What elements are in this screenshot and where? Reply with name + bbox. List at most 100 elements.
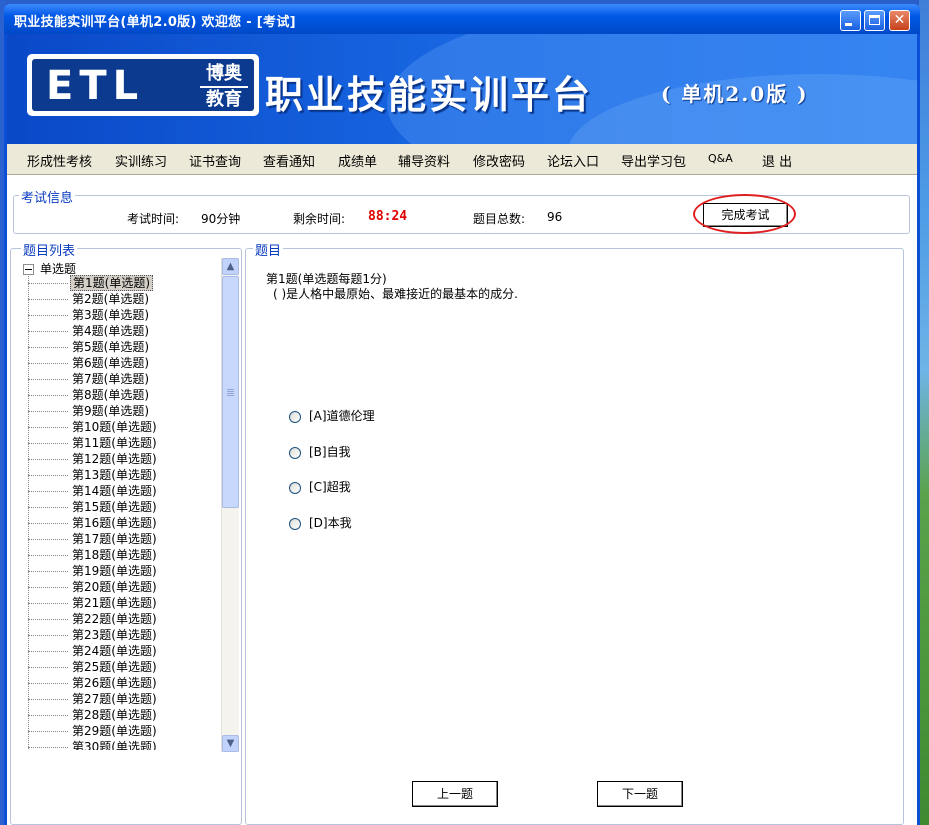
menu-bar: 形成性考核 实训练习 证书查询 查看通知 成绩单 辅导资料 修改密码 论坛入口 … <box>7 144 917 175</box>
logo: ETL 博奥 教育 <box>27 54 259 116</box>
option-b[interactable]: [B]自我 <box>289 443 351 460</box>
option-c[interactable]: [C]超我 <box>289 478 351 495</box>
option-d[interactable]: [D]本我 <box>289 514 352 531</box>
logo-cn-top: 博奥 <box>206 63 242 84</box>
radio-icon[interactable] <box>289 410 301 423</box>
menu-certificate-query[interactable]: 证书查询 <box>189 151 241 170</box>
question-tree-item[interactable]: 第18题(单选题) <box>28 548 159 564</box>
menu-exit[interactable]: 退 出 <box>762 151 792 170</box>
question-tree-item[interactable]: 第5题(单选题) <box>28 340 159 356</box>
option-d-label: [D]本我 <box>309 516 352 530</box>
maximize-icon <box>869 15 880 25</box>
question-tree-item-label: 第25题(单选题) <box>72 660 157 674</box>
question-tree-item[interactable]: 第11题(单选题) <box>28 436 159 452</box>
menu-forum-entry[interactable]: 论坛入口 <box>547 151 599 170</box>
total-questions-value: 96 <box>547 210 563 224</box>
question-tree-item[interactable]: 第28题(单选题) <box>28 708 159 724</box>
question-tree-item-label: 第5题(单选题) <box>72 340 149 354</box>
question-tree-item[interactable]: 第19题(单选题) <box>28 564 159 580</box>
option-a[interactable]: [A]道德伦理 <box>289 407 375 424</box>
exam-info-label: 考试信息 <box>19 187 76 206</box>
question-tree-item-label: 第12题(单选题) <box>72 452 157 466</box>
maximize-button[interactable] <box>864 10 885 31</box>
question-tree-item-label: 第11题(单选题) <box>72 436 157 450</box>
menu-training-practice[interactable]: 实训练习 <box>115 151 167 170</box>
total-questions-label: 题目总数: <box>473 212 526 226</box>
question-tree-item[interactable]: 第25题(单选题) <box>28 660 159 676</box>
prev-question-button[interactable]: 上一题 <box>412 781 498 807</box>
minimize-button[interactable] <box>840 10 861 31</box>
question-tree-item[interactable]: 第7题(单选题) <box>28 372 159 388</box>
question-list-scrollbar[interactable]: ▲ ▼ <box>221 258 239 752</box>
menu-transcript[interactable]: 成绩单 <box>338 151 377 170</box>
question-tree-item-label: 第30题(单选题) <box>72 740 157 750</box>
question-tree-item[interactable]: 第30题(单选题) <box>28 740 159 750</box>
question-tree-item[interactable]: 第17题(单选题) <box>28 532 159 548</box>
menu-qa[interactable]: Q&A <box>708 152 733 165</box>
question-tree-item[interactable]: 第13题(单选题) <box>28 468 159 484</box>
tree-root-single-choice[interactable]: 单选题 <box>23 260 76 277</box>
close-button[interactable]: ✕ <box>889 10 910 31</box>
close-icon: ✕ <box>893 12 906 28</box>
scroll-down-button[interactable]: ▼ <box>222 735 239 752</box>
question-tree-item-label: 第2题(单选题) <box>72 292 149 306</box>
tree-root-label: 单选题 <box>40 262 77 276</box>
question-tree-item-label: 第10题(单选题) <box>72 420 157 434</box>
question-tree-item-label: 第22题(单选题) <box>72 612 157 626</box>
question-tree-item[interactable]: 第4题(单选题) <box>28 324 159 340</box>
title-bar[interactable]: 职业技能实训平台(单机2.0版) 欢迎您 - [考试] ✕ <box>4 4 920 34</box>
question-tree-item[interactable]: 第14题(单选题) <box>28 484 159 500</box>
question-tree-item-label: 第23题(单选题) <box>72 628 157 642</box>
question-tree-item-label: 第20题(单选题) <box>72 580 157 594</box>
logo-chinese: 博奥 教育 <box>198 63 250 111</box>
scroll-up-button[interactable]: ▲ <box>222 258 239 275</box>
question-tree-item-label: 第18题(单选题) <box>72 548 157 562</box>
question-tree-item[interactable]: 第26题(单选题) <box>28 676 159 692</box>
question-tree-item[interactable]: 第3题(单选题) <box>28 308 159 324</box>
question-label: 题目 <box>253 240 284 259</box>
menu-formative-assessment[interactable]: 形成性考核 <box>27 151 92 170</box>
menu-tutoring-materials[interactable]: 辅导资料 <box>398 151 450 170</box>
question-tree-item[interactable]: 第16题(单选题) <box>28 516 159 532</box>
question-tree-item[interactable]: 第2题(单选题) <box>28 292 159 308</box>
question-tree-item-label: 第26题(单选题) <box>72 676 157 690</box>
next-question-button[interactable]: 下一题 <box>597 781 683 807</box>
question-tree-item[interactable]: 第12题(单选题) <box>28 452 159 468</box>
question-tree-item[interactable]: 第1题(单选题) <box>28 275 159 292</box>
question-tree-item[interactable]: 第15题(单选题) <box>28 500 159 516</box>
question-tree-item-label: 第27题(单选题) <box>72 692 157 706</box>
question-tree-item[interactable]: 第6题(单选题) <box>28 356 159 372</box>
logo-text: ETL <box>46 63 145 109</box>
menu-export-study-pack[interactable]: 导出学习包 <box>621 151 686 170</box>
question-tree-item[interactable]: 第23题(单选题) <box>28 628 159 644</box>
scroll-thumb[interactable] <box>222 276 239 508</box>
question-tree-item[interactable]: 第10题(单选题) <box>28 420 159 436</box>
collapse-icon[interactable] <box>23 264 34 275</box>
option-b-label: [B]自我 <box>309 445 351 459</box>
radio-icon[interactable] <box>289 517 301 530</box>
question-tree-item[interactable]: 第8题(单选题) <box>28 388 159 404</box>
question-tree-item-label: 第8题(单选题) <box>72 388 149 402</box>
question-tree-item[interactable]: 第27题(单选题) <box>28 692 159 708</box>
question-tree-list: 第1题(单选题) 第2题(单选题) 第3题(单选题) 第4题(单选题) 第5题(单选题)… <box>28 275 159 750</box>
header-banner: ETL 博奥 教育 职业技能实训平台 ( 单机2.0版 ) <box>7 34 917 144</box>
menu-change-password[interactable]: 修改密码 <box>473 151 525 170</box>
radio-icon[interactable] <box>289 481 301 494</box>
question-tree-item[interactable]: 第24题(单选题) <box>28 644 159 660</box>
exam-time-value: 90分钟 <box>201 212 241 226</box>
question-tree-item-label: 第19题(单选题) <box>72 564 157 578</box>
question-tree-item[interactable]: 第9题(单选题) <box>28 404 159 420</box>
radio-icon[interactable] <box>289 446 301 459</box>
question-tree-item[interactable]: 第21题(单选题) <box>28 596 159 612</box>
question-tree-item-label: 第1题(单选题) <box>70 275 153 291</box>
question-group <box>245 248 904 825</box>
question-tree-item[interactable]: 第20题(单选题) <box>28 580 159 596</box>
question-list-label: 题目列表 <box>21 240 78 259</box>
question-tree-item[interactable]: 第22题(单选题) <box>28 612 159 628</box>
question-tree-item[interactable]: 第29题(单选题) <box>28 724 159 740</box>
question-tree-item-label: 第9题(单选题) <box>72 404 149 418</box>
menu-view-notices[interactable]: 查看通知 <box>263 151 315 170</box>
question-tree-item-label: 第14题(单选题) <box>72 484 157 498</box>
option-a-label: [A]道德伦理 <box>309 409 375 423</box>
question-tree-item-label: 第17题(单选题) <box>72 532 157 546</box>
